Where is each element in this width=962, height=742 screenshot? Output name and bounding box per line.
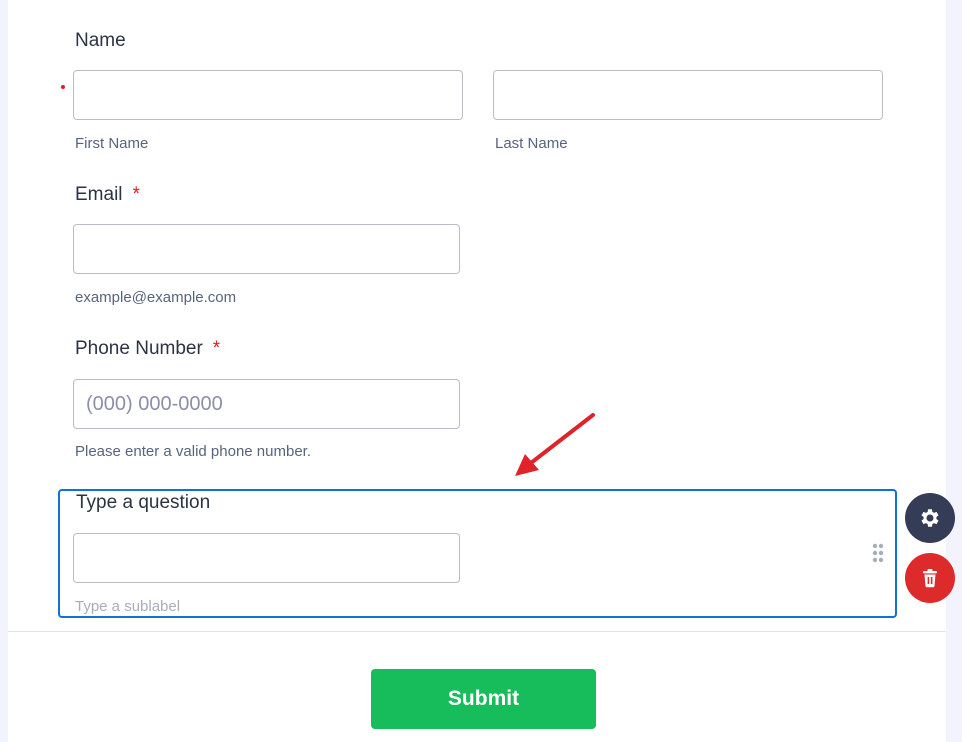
gear-icon xyxy=(921,509,939,527)
email-label-text: Email xyxy=(75,184,123,205)
phone-sublabel: Please enter a valid phone number. xyxy=(75,443,311,460)
email-label: Email * xyxy=(75,184,140,206)
field-settings-button[interactable] xyxy=(905,493,955,543)
first-name-input[interactable] xyxy=(73,70,463,120)
last-name-sublabel: Last Name xyxy=(495,135,568,152)
question-sublabel[interactable]: Type a sublabel xyxy=(75,598,180,615)
trash-icon xyxy=(923,569,937,588)
drag-handle-icon[interactable] xyxy=(872,543,884,563)
required-dot xyxy=(61,85,65,89)
name-label: Name xyxy=(75,30,126,51)
email-input[interactable] xyxy=(73,224,460,274)
email-required-mark: * xyxy=(132,184,140,205)
last-name-input[interactable] xyxy=(493,70,883,120)
phone-input[interactable] xyxy=(73,379,460,429)
annotation-arrow xyxy=(515,413,595,476)
form-divider xyxy=(8,631,946,632)
email-sublabel: example@example.com xyxy=(75,289,237,306)
phone-label: Phone Number * xyxy=(75,338,220,360)
phone-required-mark: * xyxy=(212,338,221,359)
question-label[interactable]: Type a question xyxy=(76,492,210,514)
submit-button[interactable]: Submit xyxy=(371,669,596,729)
question-input[interactable] xyxy=(73,533,460,583)
delete-field-button[interactable] xyxy=(905,553,955,603)
phone-label-text: Phone Number xyxy=(75,338,203,359)
first-name-sublabel: First Name xyxy=(75,135,149,152)
